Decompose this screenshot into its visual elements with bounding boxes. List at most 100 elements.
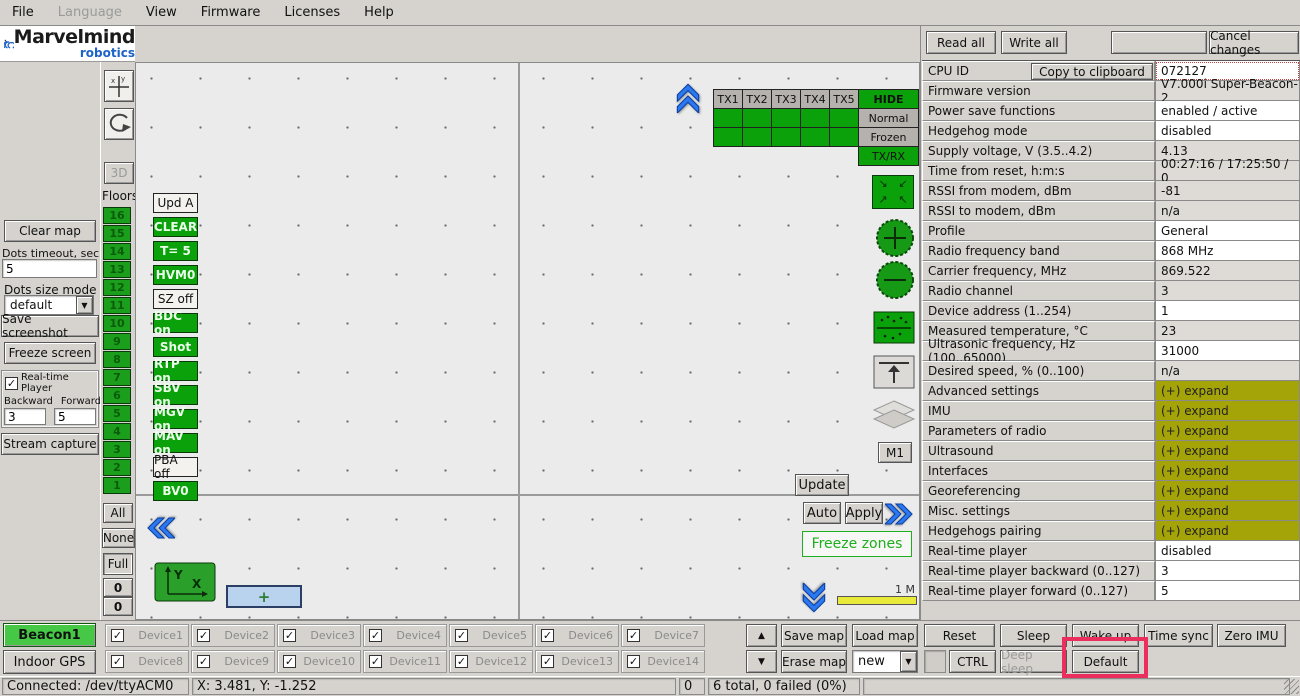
view-3d-button[interactable]: 3D bbox=[104, 162, 134, 184]
floors-all-button[interactable]: All bbox=[103, 503, 133, 523]
reset-button[interactable]: Reset bbox=[924, 624, 995, 647]
zero-imu-button[interactable]: Zero IMU bbox=[1217, 624, 1286, 647]
floor-button-4[interactable]: 4 bbox=[103, 423, 131, 440]
parameter-value[interactable]: (+) expand bbox=[1155, 381, 1300, 401]
map-toggle-pba-off[interactable]: PBA off bbox=[153, 457, 198, 477]
tx-cell[interactable] bbox=[713, 108, 743, 128]
device-checkbox[interactable]: ✓ bbox=[283, 629, 296, 642]
device-checkbox[interactable]: ✓ bbox=[111, 629, 124, 642]
deep-sleep-button[interactable]: Deep sleep bbox=[1000, 650, 1067, 673]
freeze-screen-button[interactable]: Freeze screen bbox=[4, 342, 96, 364]
device-cell-device4[interactable]: ✓Device4 bbox=[363, 624, 447, 647]
parameter-value[interactable]: 3 bbox=[1155, 561, 1300, 581]
parameter-value[interactable]: (+) expand bbox=[1155, 461, 1300, 481]
device-cell-device10[interactable]: ✓Device10 bbox=[277, 650, 361, 673]
device-cell-device8[interactable]: ✓Device8 bbox=[105, 650, 189, 673]
device-cell-device2[interactable]: ✓Device2 bbox=[191, 624, 275, 647]
floor-button-2[interactable]: 2 bbox=[103, 459, 131, 476]
map-toggle-bv0[interactable]: BV0 bbox=[153, 481, 198, 501]
parameter-value[interactable]: (+) expand bbox=[1155, 441, 1300, 461]
tx-cell[interactable] bbox=[771, 108, 801, 128]
zoom-in-button[interactable] bbox=[875, 218, 915, 258]
floor-button-5[interactable]: 5 bbox=[103, 405, 131, 422]
upload-arrow-button[interactable] bbox=[873, 355, 915, 389]
tx-cell[interactable] bbox=[829, 108, 859, 128]
parameter-value[interactable]: (+) expand bbox=[1155, 481, 1300, 501]
floor-button-6[interactable]: 6 bbox=[103, 387, 131, 404]
add-submap-button[interactable]: + bbox=[226, 585, 302, 608]
axes-orientation-icon[interactable]: Y X bbox=[154, 562, 216, 602]
device-checkbox[interactable]: ✓ bbox=[197, 629, 210, 642]
parameter-value[interactable]: disabled bbox=[1155, 121, 1300, 141]
forward-input[interactable] bbox=[54, 408, 96, 425]
parameter-value[interactable]: (+) expand bbox=[1155, 421, 1300, 441]
device-cell-device12[interactable]: ✓Device12 bbox=[449, 650, 533, 673]
tx-cell[interactable] bbox=[800, 108, 830, 128]
device-checkbox[interactable]: ✓ bbox=[455, 655, 468, 668]
menu-item-firmware[interactable]: Firmware bbox=[189, 1, 273, 24]
floor-button-8[interactable]: 8 bbox=[103, 351, 131, 368]
tx-header-tx3[interactable]: TX3 bbox=[771, 89, 801, 109]
device-cell-device7[interactable]: ✓Device7 bbox=[621, 624, 705, 647]
map-toggle-sz-off[interactable]: SZ off bbox=[153, 289, 198, 309]
floor-button-11[interactable]: 11 bbox=[103, 297, 131, 314]
device-checkbox[interactable]: ✓ bbox=[369, 629, 382, 642]
floor-button-9[interactable]: 9 bbox=[103, 333, 131, 350]
write-all-button[interactable]: Write all bbox=[1001, 31, 1067, 54]
save-screenshot-button[interactable]: Save screenshot bbox=[1, 315, 99, 337]
floor-button-7[interactable]: 7 bbox=[103, 369, 131, 386]
parameter-value[interactable]: disabled bbox=[1155, 541, 1300, 561]
zoom-out-button[interactable] bbox=[875, 260, 915, 300]
freeze-zones-button[interactable]: Freeze zones bbox=[802, 531, 912, 557]
menu-item-help[interactable]: Help bbox=[352, 1, 406, 24]
floor-button-15[interactable]: 15 bbox=[103, 225, 131, 242]
device-cell-device6[interactable]: ✓Device6 bbox=[535, 624, 619, 647]
floor-button-14[interactable]: 14 bbox=[103, 243, 131, 260]
device-checkbox[interactable]: ✓ bbox=[455, 629, 468, 642]
device-checkbox[interactable]: ✓ bbox=[197, 655, 210, 668]
clear-map-button[interactable]: Clear map bbox=[4, 220, 96, 242]
tx-header-tx5[interactable]: TX5 bbox=[829, 89, 859, 109]
device-checkbox[interactable]: ✓ bbox=[627, 629, 640, 642]
device-checkbox[interactable]: ✓ bbox=[111, 655, 124, 668]
tx-cell[interactable] bbox=[829, 127, 859, 147]
floor-button-10[interactable]: 10 bbox=[103, 315, 131, 332]
tx-frozen-button[interactable]: Frozen bbox=[858, 127, 919, 147]
copy-to-clipboard-button[interactable]: Copy to clipboard bbox=[1031, 63, 1153, 80]
map-toggle-clear[interactable]: CLEAR bbox=[153, 217, 198, 237]
device-checkbox[interactable]: ✓ bbox=[627, 655, 640, 668]
parameter-value[interactable]: 31000 bbox=[1155, 341, 1300, 361]
menu-item-file[interactable]: File bbox=[0, 1, 46, 24]
floor-button-1[interactable]: 1 bbox=[103, 477, 131, 494]
ctrl-button[interactable]: CTRL bbox=[949, 650, 996, 673]
tx-txrx-button[interactable]: TX/RX bbox=[858, 146, 919, 166]
collapse-down-icon[interactable] bbox=[800, 583, 828, 615]
dots-timeout-input[interactable] bbox=[2, 259, 97, 278]
floor-button-12[interactable]: 12 bbox=[103, 279, 131, 296]
device-cell-device14[interactable]: ✓Device14 bbox=[621, 650, 705, 673]
parameter-value[interactable]: 868 MHz bbox=[1155, 241, 1300, 261]
tx-normal-button[interactable]: Normal bbox=[858, 108, 919, 128]
tab-beacon1[interactable]: Beacon1 bbox=[3, 623, 96, 647]
device-list-up-button[interactable]: ▲ bbox=[746, 624, 777, 647]
floors-none-button[interactable]: None bbox=[102, 528, 135, 548]
floor-counter-top[interactable]: 0 bbox=[103, 578, 133, 597]
device-checkbox[interactable]: ✓ bbox=[541, 629, 554, 642]
tx-cell[interactable] bbox=[713, 127, 743, 147]
floors-full-button[interactable]: Full bbox=[103, 553, 133, 575]
parameter-value[interactable]: 5 bbox=[1155, 581, 1300, 601]
backward-input[interactable] bbox=[4, 408, 46, 425]
rotate-view-button[interactable] bbox=[104, 108, 134, 140]
tx-header-tx2[interactable]: TX2 bbox=[742, 89, 772, 109]
layers-icon[interactable] bbox=[872, 399, 916, 433]
parameter-value[interactable]: 1 bbox=[1155, 301, 1300, 321]
collapse-up-icon[interactable] bbox=[674, 81, 702, 113]
floor-button-3[interactable]: 3 bbox=[103, 441, 131, 458]
parameter-value[interactable]: enabled / active bbox=[1155, 101, 1300, 121]
save-map-button[interactable]: Save map bbox=[781, 624, 847, 647]
tx-hide-button[interactable]: HIDE bbox=[858, 89, 919, 109]
parameter-value[interactable]: (+) expand bbox=[1155, 401, 1300, 421]
device-cell-device13[interactable]: ✓Device13 bbox=[535, 650, 619, 673]
erase-map-button[interactable]: Erase map bbox=[781, 650, 847, 673]
device-checkbox[interactable]: ✓ bbox=[369, 655, 382, 668]
